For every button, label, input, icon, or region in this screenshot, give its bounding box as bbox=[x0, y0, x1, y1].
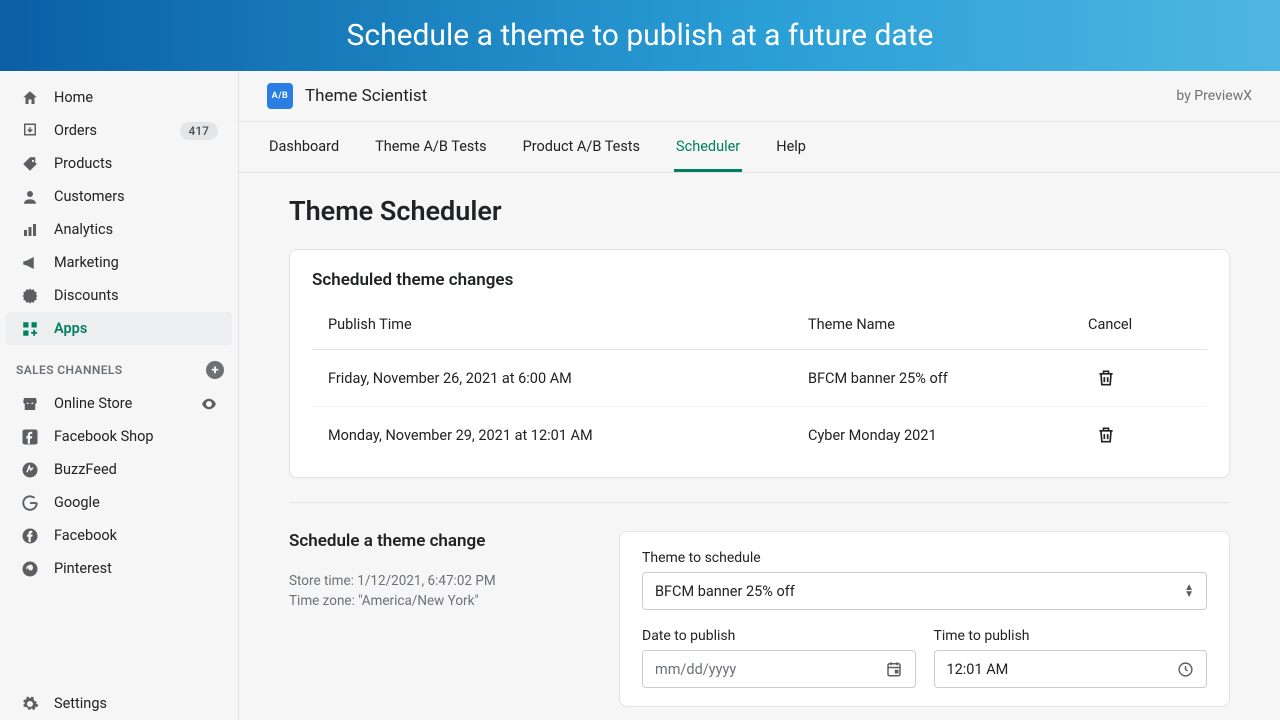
banner-text: Schedule a theme to publish at a future … bbox=[347, 18, 934, 53]
channel-label: Facebook Shop bbox=[54, 428, 154, 445]
channel-label: Online Store bbox=[54, 395, 132, 412]
chevron-updown-icon: ▲▼ bbox=[1184, 584, 1194, 598]
time-input-label: Time to publish bbox=[934, 628, 1208, 644]
trash-icon[interactable] bbox=[1096, 368, 1116, 388]
orders-icon bbox=[20, 122, 40, 140]
channel-buzzfeed[interactable]: BuzzFeed bbox=[6, 453, 232, 486]
orders-badge: 417 bbox=[180, 122, 218, 140]
app-author: by PreviewX bbox=[1176, 88, 1252, 104]
megaphone-icon bbox=[20, 254, 40, 272]
channel-label: Google bbox=[54, 494, 100, 511]
settings-label: Settings bbox=[54, 695, 107, 712]
channel-google[interactable]: Google bbox=[6, 486, 232, 519]
home-icon bbox=[20, 89, 40, 107]
facebook-circle-icon bbox=[20, 527, 40, 545]
trash-icon[interactable] bbox=[1096, 425, 1116, 445]
sidebar-item-marketing[interactable]: Marketing bbox=[6, 246, 232, 279]
theme-select[interactable]: BFCM banner 25% off ▲▼ bbox=[642, 572, 1207, 610]
channel-label: Pinterest bbox=[54, 560, 112, 577]
tab-product-ab-tests[interactable]: Product A/B Tests bbox=[521, 122, 642, 172]
sidebar-item-label: Marketing bbox=[54, 254, 119, 271]
cell-publish-time: Monday, November 29, 2021 at 12:01 AM bbox=[328, 427, 808, 444]
date-input[interactable]: mm/dd/yyyy bbox=[642, 650, 916, 688]
tab-help[interactable]: Help bbox=[774, 122, 808, 172]
page-title: Theme Scheduler bbox=[289, 195, 1230, 227]
google-icon bbox=[20, 494, 40, 512]
tab-dashboard[interactable]: Dashboard bbox=[267, 122, 341, 172]
sidebar-item-orders[interactable]: Orders 417 bbox=[6, 114, 232, 147]
sidebar-item-label: Home bbox=[54, 89, 93, 106]
sidebar-item-label: Customers bbox=[54, 188, 125, 205]
channel-facebook[interactable]: Facebook bbox=[6, 519, 232, 552]
sidebar-item-analytics[interactable]: Analytics bbox=[6, 213, 232, 246]
sidebar-item-home[interactable]: Home bbox=[6, 81, 232, 114]
app-tabs: Dashboard Theme A/B Tests Product A/B Te… bbox=[239, 122, 1280, 173]
sidebar-item-discounts[interactable]: Discounts bbox=[6, 279, 232, 312]
header-cancel: Cancel bbox=[1088, 316, 1191, 333]
tag-icon bbox=[20, 155, 40, 173]
user-icon bbox=[20, 188, 40, 206]
tab-scheduler[interactable]: Scheduler bbox=[674, 122, 742, 172]
store-time: Store time: 1/12/2021, 6:47:02 PM bbox=[289, 571, 589, 591]
sidebar-item-label: Products bbox=[54, 155, 112, 172]
pinterest-icon bbox=[20, 560, 40, 578]
cell-theme-name: BFCM banner 25% off bbox=[808, 370, 1088, 387]
schedule-form-card: Theme to schedule BFCM banner 25% off ▲▼… bbox=[619, 531, 1230, 707]
channel-facebook-shop[interactable]: Facebook Shop bbox=[6, 420, 232, 453]
sidebar-item-customers[interactable]: Customers bbox=[6, 180, 232, 213]
sidebar-item-settings[interactable]: Settings bbox=[6, 687, 232, 720]
header-publish-time: Publish Time bbox=[328, 316, 808, 333]
cell-theme-name: Cyber Monday 2021 bbox=[808, 427, 1088, 444]
channel-label: Facebook bbox=[54, 527, 117, 544]
sidebar-item-label: Orders bbox=[54, 122, 97, 139]
time-input[interactable]: 12:01 AM bbox=[934, 650, 1208, 688]
analytics-icon bbox=[20, 221, 40, 239]
table-row: Friday, November 26, 2021 at 6:00 AM BFC… bbox=[312, 350, 1207, 407]
channel-label: BuzzFeed bbox=[54, 461, 117, 478]
time-zone: Time zone: "America/New York" bbox=[289, 591, 589, 611]
sidebar-item-apps[interactable]: Apps bbox=[6, 312, 232, 345]
table-header: Publish Time Theme Name Cancel bbox=[312, 312, 1207, 350]
apps-icon bbox=[20, 320, 40, 338]
theme-select-label: Theme to schedule bbox=[642, 550, 1207, 566]
clock-icon[interactable] bbox=[1177, 661, 1194, 678]
channel-online-store[interactable]: Online Store bbox=[6, 387, 232, 420]
sidebar: Home Orders 417 Products Customers bbox=[0, 71, 239, 720]
gear-icon bbox=[20, 695, 40, 713]
cell-publish-time: Friday, November 26, 2021 at 6:00 AM bbox=[328, 370, 808, 387]
sidebar-item-label: Discounts bbox=[54, 287, 119, 304]
date-input-label: Date to publish bbox=[642, 628, 916, 644]
discount-icon bbox=[20, 287, 40, 305]
calendar-icon[interactable] bbox=[885, 660, 903, 678]
facebook-square-icon bbox=[20, 428, 40, 446]
buzzfeed-icon bbox=[20, 461, 40, 479]
app-header: A/B Theme Scientist by PreviewX bbox=[239, 71, 1280, 122]
table-row: Monday, November 29, 2021 at 12:01 AM Cy… bbox=[312, 407, 1207, 463]
scheduled-changes-card: Scheduled theme changes Publish Time The… bbox=[289, 249, 1230, 478]
theme-select-value: BFCM banner 25% off bbox=[655, 583, 795, 600]
section-divider bbox=[289, 502, 1230, 503]
store-icon bbox=[20, 395, 40, 413]
add-channel-button[interactable]: + bbox=[206, 361, 224, 379]
main-content: A/B Theme Scientist by PreviewX Dashboar… bbox=[239, 71, 1280, 720]
app-logo-icon: A/B bbox=[267, 83, 293, 109]
date-placeholder: mm/dd/yyyy bbox=[655, 661, 736, 678]
sidebar-item-products[interactable]: Products bbox=[6, 147, 232, 180]
sales-channels-header: SALES CHANNELS + bbox=[0, 345, 238, 387]
schedule-info: Schedule a theme change Store time: 1/12… bbox=[289, 531, 589, 707]
app-name: Theme Scientist bbox=[305, 86, 427, 106]
eye-icon[interactable] bbox=[200, 395, 218, 413]
header-theme-name: Theme Name bbox=[808, 316, 1088, 333]
promo-banner: Schedule a theme to publish at a future … bbox=[0, 0, 1280, 71]
sidebar-item-label: Apps bbox=[54, 320, 87, 337]
tab-theme-ab-tests[interactable]: Theme A/B Tests bbox=[373, 122, 488, 172]
section-title: Schedule a theme change bbox=[289, 531, 589, 551]
time-value: 12:01 AM bbox=[947, 661, 1009, 678]
sidebar-item-label: Analytics bbox=[54, 221, 113, 238]
sales-channels-label: SALES CHANNELS bbox=[16, 363, 123, 377]
channel-pinterest[interactable]: Pinterest bbox=[6, 552, 232, 585]
card-title: Scheduled theme changes bbox=[312, 270, 1207, 290]
